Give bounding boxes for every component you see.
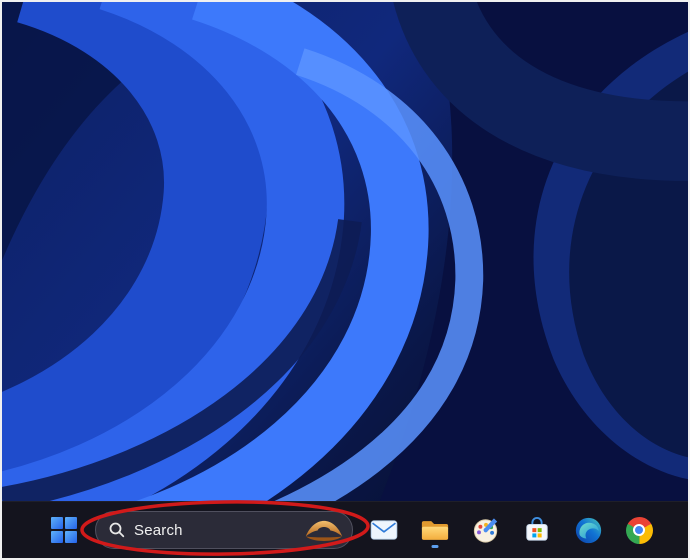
search-box[interactable]: Search bbox=[95, 511, 353, 549]
taskbar-app-mail[interactable] bbox=[364, 510, 404, 550]
taskbar-app-file-explorer[interactable] bbox=[415, 510, 455, 550]
edge-browser-icon bbox=[575, 517, 602, 544]
folder-icon bbox=[420, 518, 450, 543]
taskbar-app-store[interactable] bbox=[517, 510, 557, 550]
wallpaper-image bbox=[2, 2, 688, 501]
chrome-browser-icon bbox=[626, 517, 653, 544]
mail-icon bbox=[370, 519, 398, 541]
search-icon bbox=[109, 522, 125, 538]
paint-palette-icon bbox=[472, 516, 500, 544]
search-placeholder: Search bbox=[134, 522, 183, 539]
start-button[interactable] bbox=[44, 510, 84, 550]
taskbar: Search bbox=[2, 501, 688, 558]
search-highlight-image[interactable] bbox=[303, 518, 345, 542]
running-indicator bbox=[432, 545, 439, 548]
desktop: Search bbox=[0, 0, 690, 560]
store-bag-icon bbox=[524, 516, 550, 544]
taskbar-app-chrome[interactable] bbox=[619, 510, 659, 550]
windows-logo-icon bbox=[51, 517, 77, 543]
taskbar-app-paint[interactable] bbox=[466, 510, 506, 550]
taskbar-app-edge[interactable] bbox=[568, 510, 608, 550]
